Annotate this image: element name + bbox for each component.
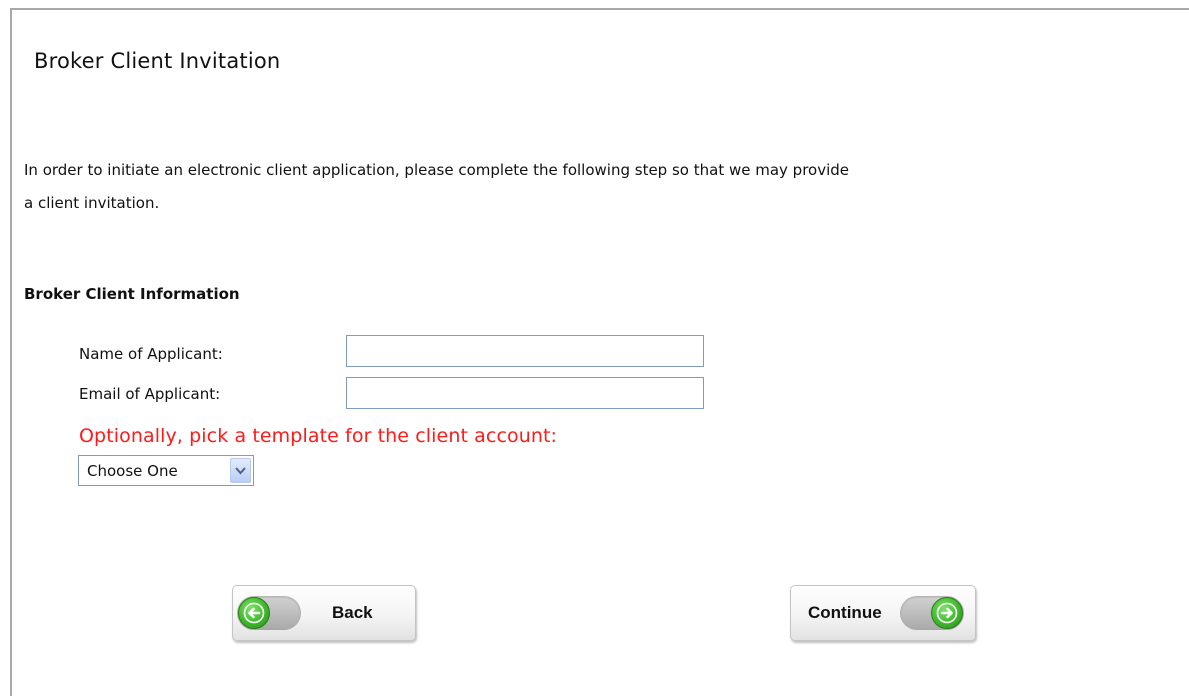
name-input[interactable] [346,335,704,367]
back-toggle-graphic [237,596,301,630]
intro-line-1: In order to initiate an electronic clien… [24,161,850,179]
intro-text: In order to initiate an electronic clien… [24,154,1184,220]
email-label: Email of Applicant: [79,385,221,403]
page-title: Broker Client Invitation [34,49,281,73]
intro-line-2: a client invitation. [24,194,160,212]
arrow-left-icon [238,597,270,629]
name-label: Name of Applicant: [79,345,223,363]
continue-toggle-graphic [899,596,964,630]
template-note: Optionally, pick a template for the clie… [79,425,558,447]
chevron-down-icon[interactable] [230,458,251,483]
back-button[interactable]: Back [232,585,416,641]
email-input[interactable] [346,377,704,409]
continue-button-label: Continue [808,603,882,622]
arrow-right-icon [930,597,963,629]
back-button-label: Back [332,603,373,622]
template-select-value: Choose One [87,461,178,480]
template-select[interactable]: Choose One [78,455,254,486]
continue-button[interactable]: Continue [790,585,976,641]
section-title: Broker Client Information [24,285,240,303]
